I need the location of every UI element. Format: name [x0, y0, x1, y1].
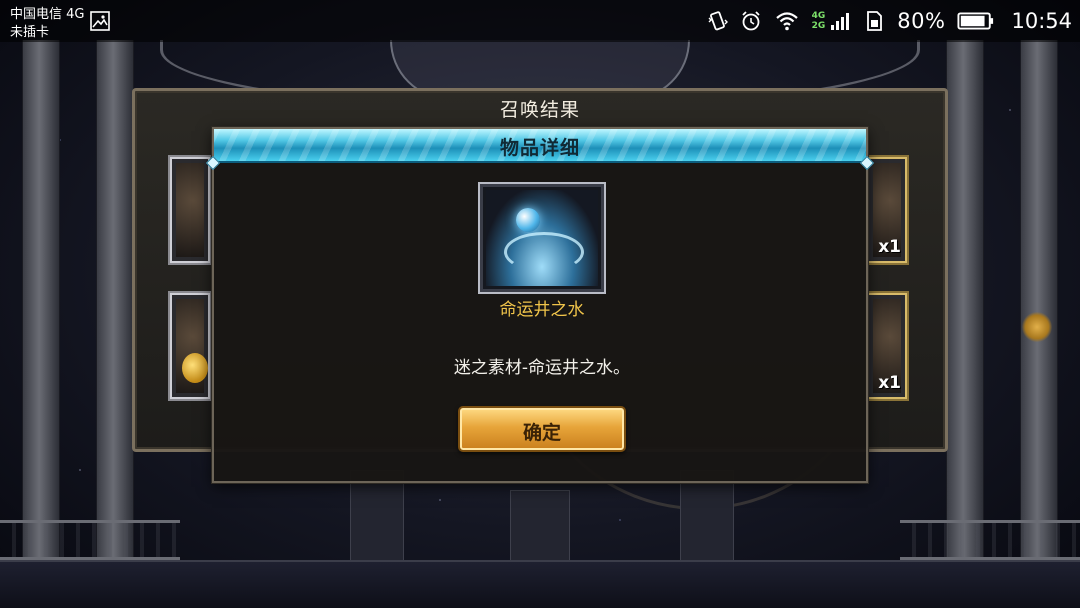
- pillar-left: [22, 40, 60, 570]
- floor: [0, 560, 1080, 608]
- reward-slot[interactable]: x1: [865, 155, 909, 265]
- rune-stone: [680, 470, 734, 562]
- water-splash-icon: [486, 190, 598, 286]
- sim-status-label: 未插卡: [10, 25, 50, 40]
- alarm-icon: [741, 11, 760, 31]
- confirm-button-label: 确定: [522, 422, 561, 444]
- status-bar: 中国电信 4G 未插卡 4G 2G 80% 10:54: [0, 0, 1080, 42]
- network-type-badge: 4G 2G: [812, 11, 826, 31]
- image-icon: [90, 11, 110, 31]
- water-orb: [516, 208, 540, 232]
- dialog-title: 物品详细: [499, 137, 580, 159]
- battery-icon: [957, 12, 994, 30]
- glowing-orb: [1022, 312, 1052, 342]
- item-icon-frame: [478, 182, 606, 294]
- dialog-header: 物品详细: [214, 129, 866, 163]
- gold-coins-icon: [182, 353, 208, 383]
- item-detail-dialog: 物品详细 命运井之水 迷之素材-命运井之水。 确定: [205, 127, 875, 483]
- pillar-right-inner: [946, 40, 984, 570]
- reward-quantity: x1: [878, 237, 901, 257]
- sim-icon: [867, 11, 883, 31]
- pillar-right: [1020, 40, 1058, 570]
- item-name: 命运井之水: [499, 300, 585, 320]
- reward-item-art: [176, 163, 204, 257]
- wifi-icon: [775, 12, 798, 31]
- clock: 10:54: [1011, 9, 1072, 33]
- reward-quantity: x1: [878, 373, 901, 393]
- reward-slot[interactable]: [168, 155, 212, 265]
- reward-slot[interactable]: x1: [865, 291, 909, 401]
- item-description: 迷之素材-命运井之水。: [453, 358, 631, 378]
- carrier-label: 中国电信 4G: [10, 7, 85, 22]
- network-tag-2g: 2G: [811, 21, 826, 31]
- water-splash: [504, 232, 584, 272]
- reward-slot[interactable]: [168, 291, 212, 401]
- battery-percent: 80%: [897, 9, 946, 33]
- confirm-button[interactable]: 确定: [458, 406, 626, 452]
- vibrate-icon: [708, 11, 728, 31]
- rune-stone: [350, 470, 404, 562]
- network-tag-4g: 4G: [811, 11, 826, 21]
- signal-icon: [831, 13, 850, 30]
- summon-results-title: 召唤结果: [499, 99, 580, 121]
- balustrade-left: [0, 520, 180, 560]
- balustrade-right: [900, 520, 1080, 560]
- pillar-left-inner: [96, 40, 134, 570]
